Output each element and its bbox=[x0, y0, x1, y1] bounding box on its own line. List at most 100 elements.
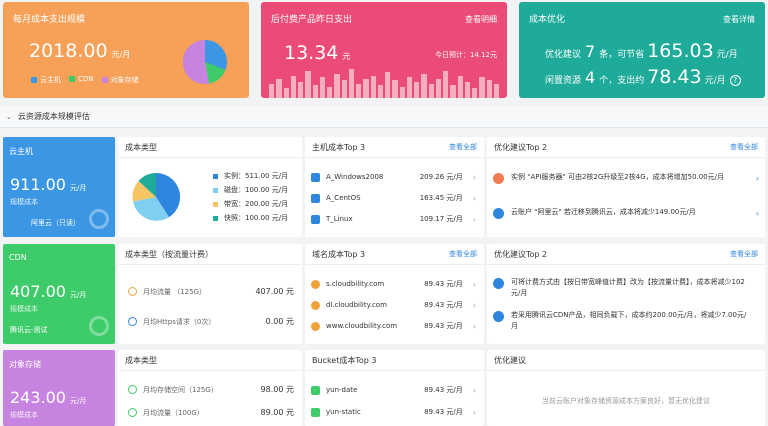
bar bbox=[348, 69, 354, 98]
globe-icon bbox=[311, 300, 320, 310]
ecs-cost-type: 成本类型 实例： 511.00 元/月 磁盘： 100.00 元/月 带宽： 200.… bbox=[118, 137, 302, 237]
list-item[interactable]: s.cloudbility.com 89.43 元/月 › bbox=[311, 277, 476, 291]
cdn-row: CDN 407.00 元/月 规模成本 腾讯云-测试 成本类型（按流量计费） 月均… bbox=[3, 244, 765, 344]
bar bbox=[305, 70, 311, 98]
trend-down-icon bbox=[493, 278, 504, 289]
bar bbox=[486, 80, 492, 98]
bar bbox=[392, 80, 398, 98]
panel-header: 主机成本Top 3 查看全部 bbox=[305, 137, 484, 158]
metric-row: 月均存储空间（125G） 98.00 元 bbox=[128, 384, 294, 395]
view-all-link[interactable]: 查看全部 bbox=[730, 244, 758, 264]
section-title: 云资源成本规模评估 bbox=[17, 112, 90, 121]
card-title: 后付费产品昨日支出 bbox=[271, 15, 353, 25]
list-item[interactable]: yun-static 89.43 元/月 › bbox=[311, 405, 476, 419]
advice-item[interactable]: 云账户 "阿里云" 若迁移到腾讯云，成本将减少149.00元/月 › bbox=[493, 207, 759, 219]
bar bbox=[479, 77, 485, 98]
section-header[interactable]: ⌄ 云资源成本规模评估 bbox=[0, 106, 768, 128]
bar bbox=[464, 82, 470, 98]
panel-header: 成本类型 bbox=[118, 137, 302, 158]
list-item[interactable]: dl.cloudbility.com 89.43 元/月 › bbox=[311, 298, 476, 312]
ecs-advice: 优化建议Top 2 查看全部 实例 "API服务器" 可由2核2G升级至2核4G，… bbox=[487, 137, 765, 237]
chevron-right-icon: › bbox=[472, 300, 476, 310]
oss-summary: 对象存储 243.00 元/月 规模成本 bbox=[3, 350, 115, 426]
ecs-top3: 主机成本Top 3 查看全部 A_Windows2008 209.26 元/月 › A… bbox=[305, 137, 484, 237]
traffic-icon bbox=[128, 408, 137, 417]
panel-header: 优化建议 bbox=[487, 350, 765, 371]
cdn-title: CDN bbox=[9, 253, 27, 262]
bar bbox=[457, 75, 463, 98]
help-icon[interactable]: ? bbox=[729, 75, 741, 86]
panel-header: 优化建议Top 2 查看全部 bbox=[487, 244, 765, 265]
monthly-pie-chart bbox=[183, 40, 227, 84]
oss-subtitle: 规模成本 bbox=[10, 411, 38, 419]
list-item[interactable]: www.cloudbility.com 89.43 元/月 › bbox=[311, 319, 476, 333]
legend-item: 带宽： 200.00 元/月 bbox=[213, 197, 288, 211]
bucket-icon bbox=[311, 407, 320, 417]
globe-icon bbox=[311, 321, 320, 331]
list-item[interactable]: T_Linux 109.17 元/月 › bbox=[311, 212, 476, 226]
card-title: 每月成本支出规模 bbox=[13, 15, 86, 25]
ecs-title: 云主机 bbox=[9, 147, 33, 156]
cdn-account: 腾讯云-测试 bbox=[10, 326, 48, 334]
optimization-card: 成本优化 查看详情 优化建议 7 条，可节省 165.03 元/月 闲置资源 4 个，支出约… bbox=[519, 2, 765, 98]
view-all-link[interactable]: 查看全部 bbox=[449, 137, 477, 157]
bar bbox=[319, 77, 325, 98]
chevron-right-icon: › bbox=[472, 385, 476, 395]
chevron-right-icon: › bbox=[472, 172, 476, 182]
view-all-link[interactable]: 查看全部 bbox=[730, 137, 758, 157]
bar bbox=[290, 75, 296, 98]
cloud-icon bbox=[89, 209, 109, 229]
bar bbox=[377, 85, 383, 98]
bar bbox=[334, 74, 340, 98]
legend-item-oss: 对象存储 bbox=[101, 75, 139, 85]
bar bbox=[493, 83, 499, 98]
cdn-summary: CDN 407.00 元/月 规模成本 腾讯云-测试 bbox=[3, 244, 115, 344]
ecs-amount: 911.00 元/月 bbox=[10, 175, 87, 194]
legend-item: 磁盘： 100.00 元/月 bbox=[213, 183, 288, 197]
monthly-amount: 2018.00 元/月 bbox=[29, 40, 131, 62]
trend-down-icon bbox=[493, 208, 504, 219]
bar bbox=[443, 70, 449, 98]
panel-header: Bucket成本Top 3 bbox=[305, 350, 484, 371]
bar bbox=[276, 78, 282, 98]
cloud-icon bbox=[89, 316, 109, 336]
bar bbox=[363, 78, 369, 98]
oss-amount: 243.00 元/月 bbox=[10, 388, 87, 407]
ecs-row: 云主机 911.00 元/月 规模成本 阿里云（只读） 成本类型 实例： 511.0… bbox=[3, 137, 765, 237]
idle-resources: 闲置资源 4 个，支出约 78.43 元/月? bbox=[545, 66, 741, 88]
cdn-amount: 407.00 元/月 bbox=[10, 282, 87, 301]
cost-dashboard: 每月成本支出规模 2018.00 元/月 云主机 CDN 对象存储 后付费产品昨日… bbox=[0, 0, 768, 426]
legend-item-ecs: 云主机 bbox=[31, 75, 61, 85]
bar bbox=[327, 86, 333, 98]
list-item[interactable]: yun-date 89.43 元/月 › bbox=[311, 383, 476, 397]
view-optimization-link[interactable]: 查看详情 bbox=[723, 14, 755, 25]
chevron-right-icon: › bbox=[755, 174, 759, 183]
view-details-link[interactable]: 查看明细 bbox=[465, 14, 497, 25]
view-all-link[interactable]: 查看全部 bbox=[449, 244, 477, 264]
advice-item[interactable]: 若采用腾讯云CDN产品，相同负载下，成本约200.00元/月，将减少7.00元/… bbox=[493, 310, 751, 332]
metric-row: 月均流量（100G） 89.00 元 bbox=[128, 407, 294, 418]
panel-header: 域名成本Top 3 查看全部 bbox=[305, 244, 484, 265]
list-item[interactable]: A_Windows2008 209.26 元/月 › bbox=[311, 170, 476, 184]
bar bbox=[269, 83, 275, 98]
cdn-cost-type: 成本类型（按流量计费） 月均流量 （125G） 407.00 元 月均Https请… bbox=[118, 244, 302, 344]
chevron-right-icon: › bbox=[472, 193, 476, 203]
bar bbox=[399, 86, 405, 98]
advice-item[interactable]: 实例 "API服务器" 可由2核2G升级至2核4G，成本将增加50.00元/月 › bbox=[493, 172, 759, 184]
bar bbox=[356, 83, 362, 98]
advice-item[interactable]: 可将计费方式由【按日带宽峰值计费】改为【按流量计费】，成本将减少102元/月 bbox=[493, 277, 751, 299]
legend-item: 实例： 511.00 元/月 bbox=[213, 169, 288, 183]
chevron-right-icon: › bbox=[472, 279, 476, 289]
card-title: 成本优化 bbox=[529, 15, 566, 25]
metric-row: 月均Https请求（0次） 0.00 元 bbox=[128, 316, 294, 327]
ecs-account: 阿里云（只读） bbox=[31, 219, 80, 227]
ecs-type-legend: 实例： 511.00 元/月 磁盘： 100.00 元/月 带宽： 200.00 元/… bbox=[213, 169, 288, 225]
summary-cards: 每月成本支出规模 2018.00 元/月 云主机 CDN 对象存储 后付费产品昨日… bbox=[3, 2, 765, 98]
chevron-down-icon[interactable]: ⌄ bbox=[6, 113, 12, 121]
windows-icon bbox=[311, 193, 320, 203]
bucket-icon bbox=[311, 385, 320, 395]
list-item[interactable]: A_CentOS 163.45 元/月 › bbox=[311, 191, 476, 205]
cdn-advice: 优化建议Top 2 查看全部 可将计费方式由【按日带宽峰值计费】改为【按流量计费】… bbox=[487, 244, 765, 344]
bar bbox=[298, 82, 304, 98]
globe-icon bbox=[311, 279, 320, 289]
